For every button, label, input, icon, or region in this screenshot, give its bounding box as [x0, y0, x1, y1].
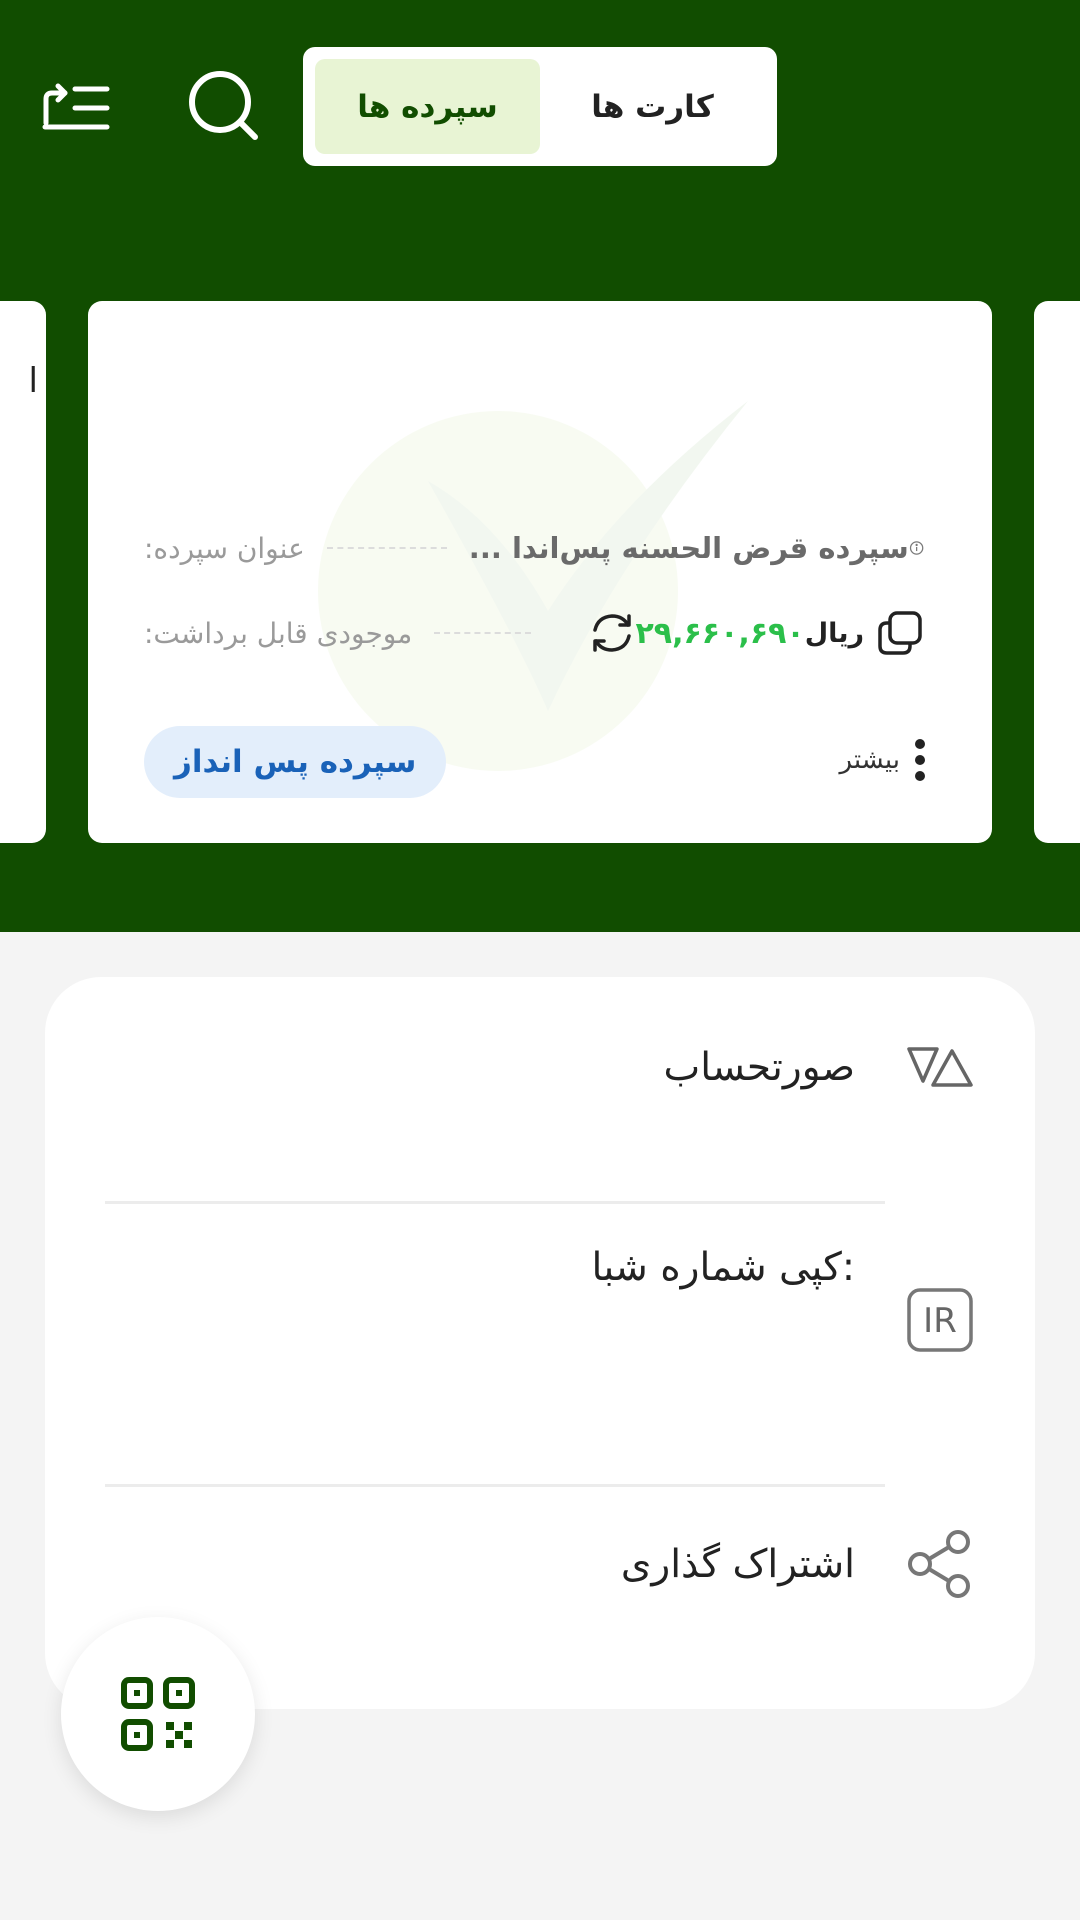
- share-icon: [908, 1530, 970, 1598]
- share-label: اشتراک گذاری: [620, 1541, 855, 1587]
- more-label: بیشتر: [839, 745, 900, 775]
- tab-cards[interactable]: کارت ها: [540, 59, 765, 154]
- iban-icon-text: IR: [923, 1301, 957, 1341]
- search-icon: [189, 71, 258, 140]
- copy-iban-item[interactable]: کپی شماره شبا: IR: [105, 1245, 975, 1352]
- copy-iban-label: کپی شماره شبا:: [591, 1245, 855, 1290]
- tab-deposits[interactable]: سپرده ها: [315, 59, 540, 154]
- balance-label: موجودی قابل برداشت:: [144, 616, 413, 650]
- info-icon[interactable]: [909, 533, 924, 563]
- deposit-type-badge: سپرده پس انداز: [144, 726, 447, 798]
- balance-amount: ۲۹,۶۶۰,۶۹۰: [635, 615, 805, 651]
- previous-card[interactable]: ا: [0, 301, 46, 843]
- bank-logo-watermark: [318, 401, 748, 771]
- share-item[interactable]: اشتراک گذاری: [105, 1529, 975, 1599]
- dashed-separator: [434, 632, 532, 634]
- tab-switcher: سپرده ها کارت ها: [303, 47, 777, 166]
- header: سپرده ها کارت ها ا عنوان سپرده: سپرده قر…: [0, 0, 1080, 932]
- search-button[interactable]: [184, 66, 264, 146]
- menu-button[interactable]: [36, 72, 116, 144]
- dashed-separator: [326, 547, 447, 549]
- previous-card-edge: ا: [28, 361, 38, 401]
- kebab-menu-icon: [915, 739, 925, 781]
- deposit-card[interactable]: عنوان سپرده: سپرده قرض الحسنه پس‌اندا ..…: [88, 301, 992, 843]
- action-sheet: صورتحساب کپی شماره شبا: IR اشتراک گذاری: [45, 977, 1035, 1709]
- deposit-title-label: عنوان سپرده:: [144, 531, 305, 565]
- qr-code-icon: [121, 1677, 195, 1751]
- copy-icon[interactable]: [876, 609, 924, 657]
- iban-ir-icon: IR: [907, 1288, 973, 1352]
- divider: [105, 1201, 885, 1204]
- statement-icon: [907, 1047, 973, 1087]
- divider: [105, 1484, 885, 1487]
- qr-scan-button[interactable]: [61, 1617, 255, 1811]
- currency-label: ریال: [804, 617, 864, 649]
- statement-item[interactable]: صورتحساب: [105, 1037, 975, 1097]
- refresh-icon[interactable]: [589, 610, 635, 656]
- deposit-title-value: سپرده قرض الحسنه پس‌اندا ...: [468, 531, 909, 565]
- more-button[interactable]: بیشتر: [840, 738, 926, 782]
- list-swap-icon: [42, 83, 110, 130]
- next-card[interactable]: [1034, 301, 1080, 843]
- statement-label: صورتحساب: [663, 1044, 855, 1090]
